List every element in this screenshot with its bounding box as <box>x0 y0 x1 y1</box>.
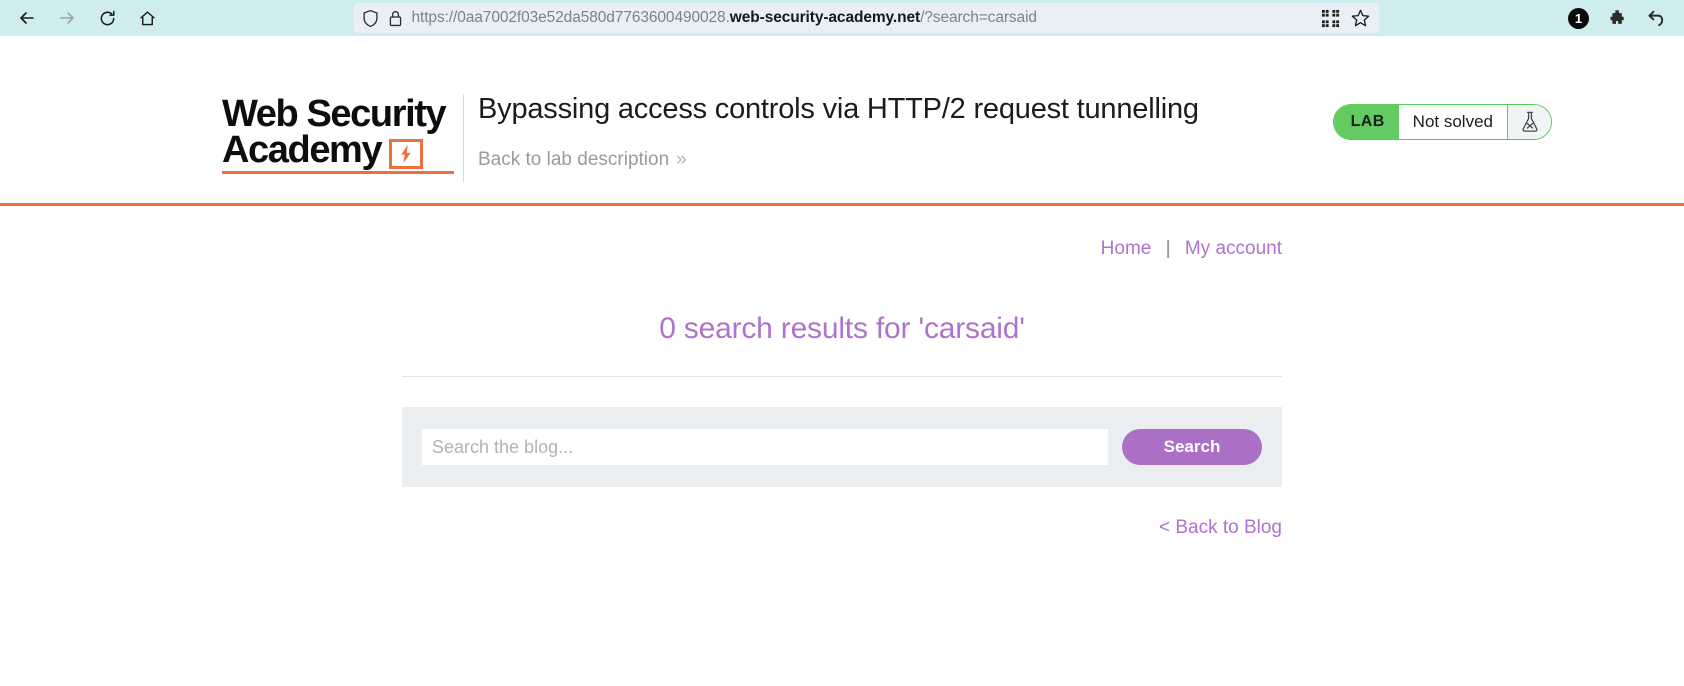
lab-title-block: Bypassing access controls via HTTP/2 req… <box>478 92 1199 171</box>
back-to-blog-container: < Back to Blog <box>402 517 1282 539</box>
browser-toolbar: https://0aa7002f03e52da580d7763600490028… <box>0 0 1684 36</box>
address-bar[interactable]: https://0aa7002f03e52da580d7763600490028… <box>353 3 1379 33</box>
logo-line-2: Academy <box>222 129 383 172</box>
lab-status-widget[interactable]: LAB Not solved <box>1332 104 1552 140</box>
url-host: web-security-academy.net <box>729 9 921 26</box>
back-to-blog-link[interactable]: < Back to Blog <box>1159 517 1282 538</box>
arrow-right-icon <box>57 8 77 28</box>
url-text[interactable]: https://0aa7002f03e52da580d7763600490028… <box>412 3 1306 33</box>
back-to-lab-description-link[interactable]: Back to lab description » <box>478 149 687 171</box>
lightning-bolt-icon <box>389 138 424 169</box>
flask-x-icon[interactable] <box>1507 105 1551 139</box>
chevron-double-right-icon: » <box>676 148 687 170</box>
lock-icon[interactable] <box>388 9 403 28</box>
browser-right-tools: 1 <box>1568 7 1674 29</box>
home-button[interactable] <box>130 3 164 33</box>
page-title: Bypassing access controls via HTTP/2 req… <box>478 93 1199 125</box>
address-bar-icons <box>1315 8 1371 29</box>
browser-nav-buttons <box>10 3 164 33</box>
reload-icon <box>98 9 117 28</box>
home-icon <box>138 9 157 28</box>
site-nav-links: Home | My account <box>402 206 1282 260</box>
search-panel: Search <box>402 407 1282 487</box>
url-scheme: https:// <box>411 9 458 26</box>
reload-button[interactable] <box>90 3 124 33</box>
search-input[interactable] <box>422 429 1108 465</box>
nav-link-home[interactable]: Home <box>1101 238 1152 259</box>
logo-line-1: Web Security <box>222 93 447 135</box>
divider <box>402 376 1282 377</box>
undo-arrow-icon[interactable] <box>1645 8 1666 29</box>
address-bar-container: https://0aa7002f03e52da580d7763600490028… <box>164 3 1568 33</box>
search-button[interactable]: Search <box>1122 429 1262 465</box>
back-button[interactable] <box>10 3 44 33</box>
logo-underline <box>222 170 454 174</box>
header-divider <box>463 94 464 182</box>
search-results-heading: 0 search results for 'carsaid' <box>659 312 1025 345</box>
puzzle-icon[interactable] <box>1607 8 1627 28</box>
content-container: Home | My account 0 search results for '… <box>402 206 1282 539</box>
shield-icon[interactable] <box>362 9 379 28</box>
qr-code-icon[interactable] <box>1321 9 1340 28</box>
status-badge: Not solved <box>1397 105 1507 139</box>
nav-separator: | <box>1165 238 1171 259</box>
logo-line-2-row: Academy <box>222 129 458 172</box>
back-to-lab-description-label: Back to lab description <box>478 148 670 170</box>
academy-logo[interactable]: Web Security Academy <box>222 93 458 174</box>
url-subdomain: 0aa7002f03e52da580d7763600490028. <box>457 9 730 26</box>
forward-button[interactable] <box>50 3 84 33</box>
lab-tag: LAB <box>1333 105 1398 139</box>
url-path: /?search=carsaid <box>920 9 1037 26</box>
notification-badge[interactable]: 1 <box>1568 7 1589 29</box>
arrow-left-icon <box>17 8 37 28</box>
nav-link-my-account[interactable]: My account <box>1185 238 1282 259</box>
page-body: Home | My account 0 search results for '… <box>0 206 1684 683</box>
star-icon[interactable] <box>1350 8 1371 29</box>
lab-header: Web Security Academy Bypassing access co… <box>0 36 1684 206</box>
